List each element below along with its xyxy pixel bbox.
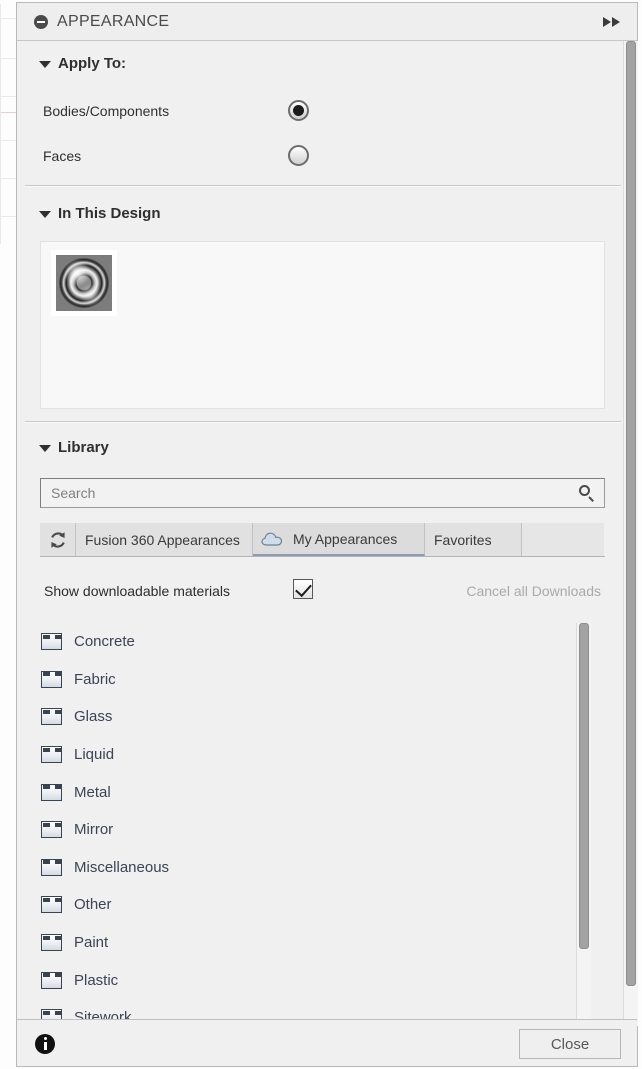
backdrop-grid-line — [0, 216, 16, 217]
folder-icon — [41, 896, 62, 914]
tab-favorites[interactable]: Favorites — [425, 523, 522, 556]
folder-label: Fabric — [74, 670, 116, 688]
show-downloadable-materials-checkbox[interactable] — [293, 579, 313, 599]
folder-label: Paint — [74, 934, 109, 952]
close-button[interactable]: Close — [519, 1029, 621, 1059]
list-item[interactable]: Other — [33, 886, 621, 924]
tab-filler — [522, 523, 604, 556]
list-item[interactable]: Concrete — [33, 623, 621, 661]
section-title: Apply To: — [58, 55, 127, 72]
folder-label: Plastic — [74, 971, 119, 989]
folder-label: Mirror — [74, 821, 114, 839]
panel-scrollbar-thumb[interactable] — [626, 41, 636, 986]
info-icon[interactable] — [35, 1034, 55, 1054]
chevron-down-icon — [39, 211, 51, 218]
folder-icon — [41, 934, 62, 952]
search-box[interactable] — [40, 478, 605, 508]
radio-bodies-components[interactable] — [288, 100, 309, 121]
section-title: Library — [58, 439, 109, 456]
show-downloadable-materials-label: Show downloadable materials — [44, 583, 230, 599]
appearance-swatch[interactable] — [51, 250, 117, 316]
dialog-body: Apply To: Bodies/Components Faces In Thi… — [17, 41, 637, 1026]
library-folder-list[interactable]: Concrete Fabric Glass Liquid Metal Mirro… — [33, 623, 621, 1026]
backdrop-grid-line — [0, 178, 16, 179]
list-item[interactable]: Mirror — [33, 811, 621, 849]
list-item[interactable]: Paint — [33, 924, 621, 962]
folder-icon — [41, 971, 62, 989]
checkmark-icon — [295, 579, 312, 598]
chrome-appearance-thumbnail — [56, 255, 112, 311]
dialog-footer: Close — [17, 1019, 637, 1066]
radio-faces[interactable] — [288, 145, 309, 166]
folder-label: Glass — [74, 708, 113, 726]
tab-label: My Appearances — [293, 530, 398, 547]
radio-label-faces: Faces — [43, 148, 82, 164]
section-title: In This Design — [58, 205, 161, 222]
tab-my-appearances[interactable]: My Appearances — [253, 523, 425, 556]
backdrop-accent-line — [0, 112, 16, 113]
in-this-design-swatch-tray — [40, 241, 605, 409]
refresh-icon — [48, 530, 68, 550]
radio-label-bodies-components: Bodies/Components — [43, 103, 170, 119]
cancel-all-downloads-button[interactable]: Cancel all Downloads — [466, 583, 601, 599]
dialog-title: APPEARANCE — [57, 13, 170, 30]
appearance-dialog: APPEARANCE Apply To: Bodies/Components F… — [16, 2, 638, 1067]
backdrop-grid-line — [0, 18, 16, 19]
folder-icon — [41, 633, 62, 651]
backdrop-grid-line — [0, 140, 16, 141]
folder-icon — [41, 670, 62, 688]
chevron-down-icon — [39, 445, 51, 452]
tab-refresh[interactable] — [40, 523, 76, 556]
search-icon[interactable] — [578, 484, 596, 502]
chevron-down-icon — [39, 61, 51, 68]
list-item[interactable]: Fabric — [33, 661, 621, 699]
backdrop-grid-line — [0, 58, 16, 59]
list-item[interactable]: Liquid — [33, 736, 621, 774]
folder-label: Miscellaneous — [74, 858, 170, 876]
folder-list-scrollbar-track[interactable] — [576, 623, 591, 1026]
folder-icon — [41, 783, 62, 801]
folder-icon — [41, 708, 62, 726]
double-right-arrow-icon[interactable] — [603, 15, 625, 29]
tab-label: Fusion 360 Appearances — [85, 531, 240, 548]
search-input[interactable] — [49, 484, 553, 502]
list-item[interactable]: Miscellaneous — [33, 849, 621, 887]
folder-icon — [41, 746, 62, 764]
dialog-titlebar: APPEARANCE — [17, 3, 637, 41]
cloud-icon — [261, 532, 283, 546]
tab-label: Favorites — [434, 531, 492, 548]
section-divider — [25, 421, 621, 423]
folder-icon — [41, 858, 62, 876]
folder-label: Metal — [74, 783, 111, 801]
backdrop-grid-line — [0, 4, 1, 244]
folder-icon — [41, 821, 62, 839]
folder-list-scrollbar-thumb[interactable] — [579, 623, 589, 949]
tab-fusion-360-appearances[interactable]: Fusion 360 Appearances — [76, 523, 253, 556]
section-divider — [25, 185, 621, 187]
panel-scrollbar-track[interactable] — [623, 41, 638, 1026]
folder-label: Concrete — [74, 633, 135, 651]
list-item[interactable]: Glass — [33, 698, 621, 736]
library-tab-bar: Fusion 360 Appearances My Appearances Fa… — [40, 523, 605, 557]
list-item[interactable]: Metal — [33, 773, 621, 811]
list-item[interactable]: Plastic — [33, 961, 621, 999]
minus-circle-icon[interactable] — [34, 15, 48, 29]
backdrop-grid-line — [0, 96, 16, 97]
folder-label: Other — [74, 896, 112, 914]
folder-label: Liquid — [74, 746, 115, 764]
